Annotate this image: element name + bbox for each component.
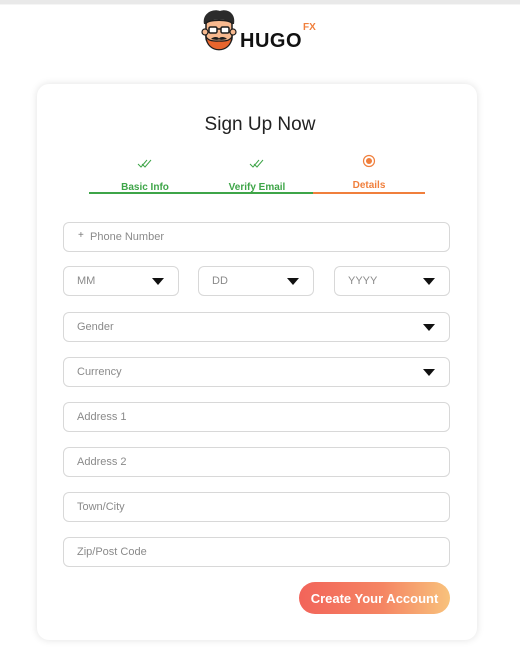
- caret-down-icon: [423, 324, 435, 331]
- step-verify-email[interactable]: Verify Email: [201, 150, 313, 194]
- dob-month-label: MM: [77, 275, 96, 287]
- address1-input[interactable]: [77, 403, 442, 431]
- gender-select[interactable]: Gender: [63, 312, 450, 342]
- step-progress-bar: [89, 192, 201, 194]
- currency-select[interactable]: Currency: [63, 357, 450, 387]
- step-details[interactable]: Details: [313, 150, 425, 194]
- brand-logo[interactable]: HUGO FX: [198, 8, 328, 60]
- zip-input[interactable]: [77, 538, 442, 566]
- radio-dot-icon: [362, 154, 376, 168]
- phone-prefix: +: [78, 230, 84, 241]
- brand-name: HUGO: [240, 30, 302, 52]
- step-progress-bar: [313, 192, 425, 194]
- browser-top-border: [0, 0, 520, 5]
- dob-year-select[interactable]: YYYY: [334, 266, 450, 296]
- double-check-icon: [137, 159, 152, 168]
- phone-input[interactable]: [90, 223, 430, 251]
- create-account-button[interactable]: Create Your Account: [299, 582, 450, 614]
- address2-input[interactable]: [77, 448, 442, 476]
- hugo-mascot-icon: [201, 10, 237, 51]
- brand-superscript: FX: [303, 22, 316, 33]
- dob-day-select[interactable]: DD: [198, 266, 314, 296]
- address1-field[interactable]: [63, 402, 450, 432]
- step-progress-bar: [201, 192, 313, 194]
- caret-down-icon: [423, 369, 435, 376]
- double-check-icon: [249, 159, 264, 168]
- dob-day-label: DD: [212, 275, 228, 287]
- address2-field[interactable]: [63, 447, 450, 477]
- step-basic-info[interactable]: Basic Info: [89, 150, 201, 194]
- dob-year-label: YYYY: [348, 275, 378, 287]
- town-input[interactable]: [77, 493, 442, 521]
- form-title: Sign Up Now: [204, 114, 316, 135]
- town-field[interactable]: [63, 492, 450, 522]
- step-label: Details: [352, 180, 386, 191]
- caret-down-icon: [423, 278, 435, 285]
- zip-field[interactable]: [63, 537, 450, 567]
- gender-label: Gender: [77, 321, 114, 333]
- currency-label: Currency: [77, 366, 122, 378]
- caret-down-icon: [152, 278, 164, 285]
- phone-field[interactable]: +: [63, 222, 450, 252]
- dob-month-select[interactable]: MM: [63, 266, 179, 296]
- caret-down-icon: [287, 278, 299, 285]
